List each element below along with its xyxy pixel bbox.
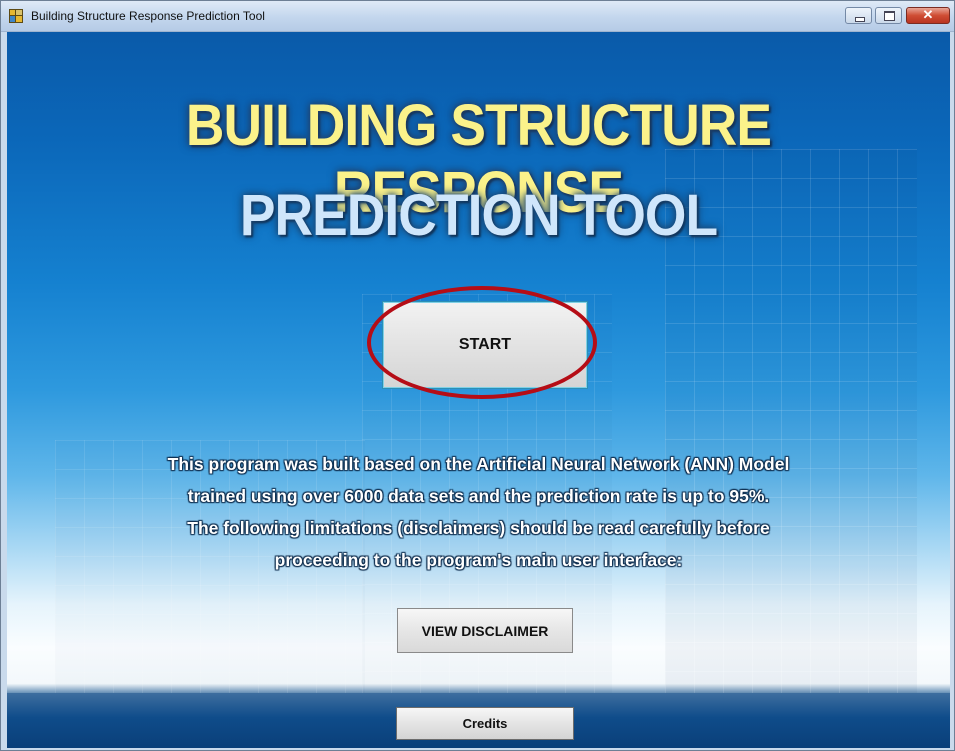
- minimize-button[interactable]: [845, 7, 872, 24]
- maximize-button[interactable]: [875, 7, 902, 24]
- highlight-ellipse: [367, 286, 597, 399]
- description-line: trained using over 6000 data sets and th…: [187, 486, 770, 506]
- app-title-line2: PREDICTION TOOL: [239, 183, 718, 248]
- app-icon: [9, 9, 23, 23]
- main-panel: BUILDING STRUCTURE RESPONSE PREDICTION T…: [7, 32, 950, 748]
- minimize-icon: [855, 17, 865, 22]
- credits-button[interactable]: Credits: [396, 707, 574, 740]
- credits-label: Credits: [462, 716, 508, 731]
- close-icon: ✕: [922, 7, 934, 22]
- description-line: proceeding to the program's main user in…: [274, 550, 683, 570]
- description-line: The following limitations (disclaimers) …: [187, 518, 770, 538]
- view-disclaimer-button[interactable]: VIEW DISCLAIMER: [397, 608, 573, 653]
- title-bar[interactable]: Building Structure Response Prediction T…: [1, 1, 954, 32]
- description-text: This program was built based on the Arti…: [47, 448, 910, 576]
- close-button[interactable]: ✕: [906, 7, 950, 24]
- window-title: Building Structure Response Prediction T…: [31, 9, 265, 23]
- maximize-icon: [884, 11, 895, 21]
- view-disclaimer-label: VIEW DISCLAIMER: [421, 622, 549, 639]
- app-window: Building Structure Response Prediction T…: [0, 0, 955, 751]
- description-line: This program was built based on the Arti…: [167, 454, 790, 474]
